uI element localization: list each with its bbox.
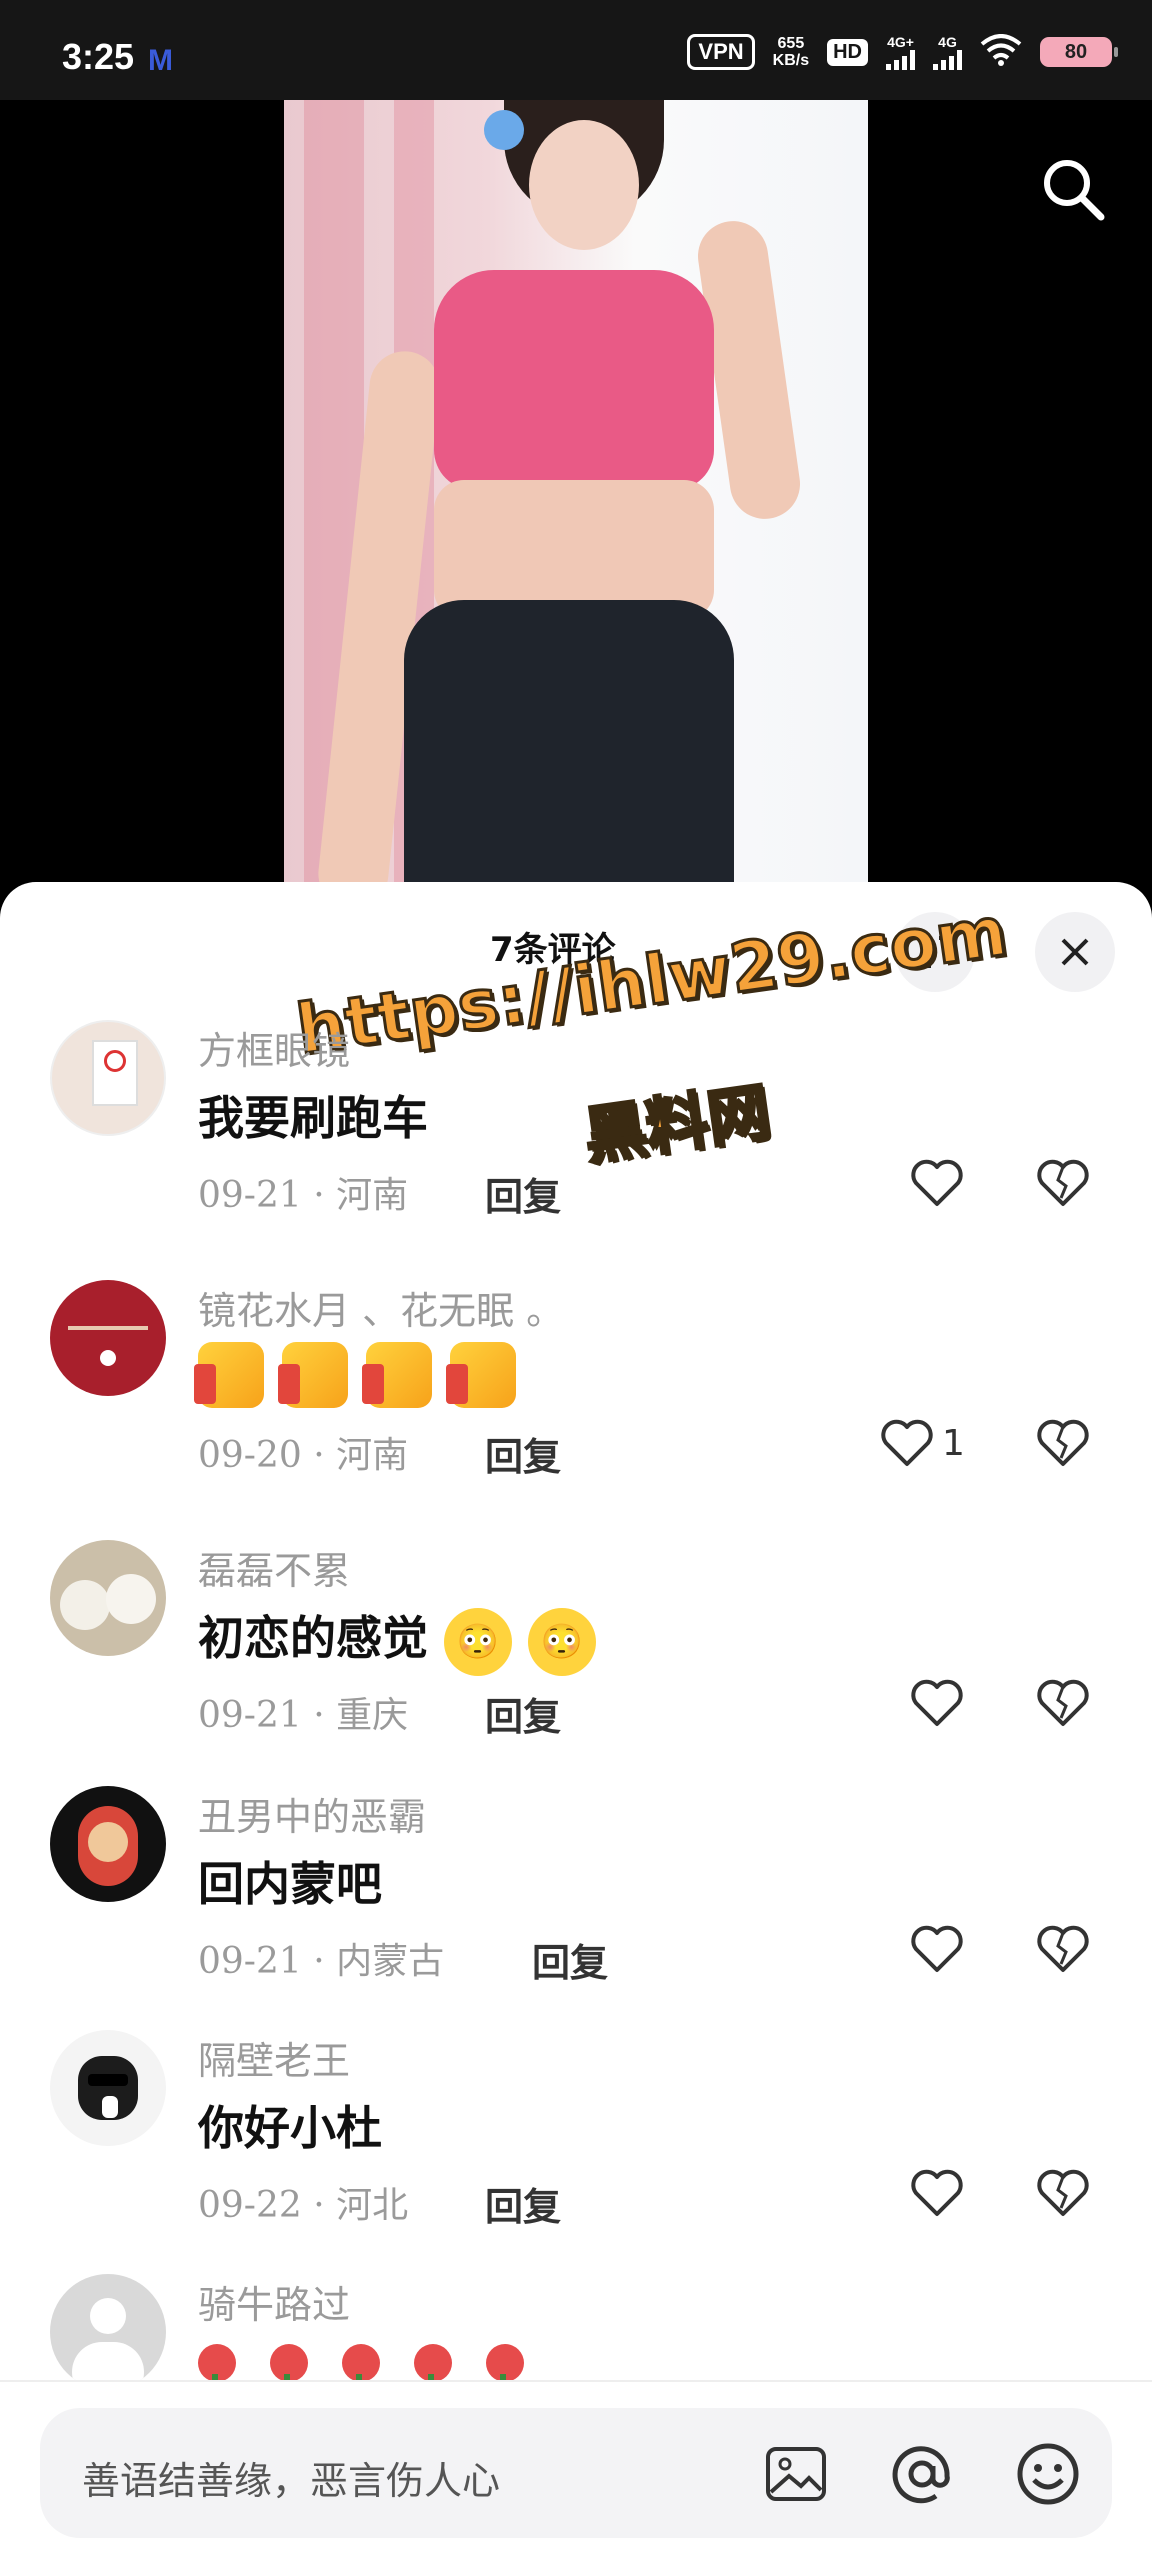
close-button[interactable] [1035, 912, 1115, 992]
comment-meta: 09-22 · 河北 [198, 2185, 409, 2226]
vpn-badge: VPN [687, 34, 755, 70]
comment-item: 隔壁老王 你好小杜 09-22 · 河北 回复 [0, 2030, 1152, 2290]
comment-username[interactable]: 骑牛路过 [198, 2274, 350, 2329]
image-button[interactable] [760, 2438, 832, 2510]
video-frame [284, 100, 868, 890]
reply-button[interactable]: 回复 [485, 2176, 561, 2231]
comment-text-wrap: 初恋的感觉 😳 😳 [198, 1602, 597, 1676]
heart-icon [911, 1925, 963, 1972]
comment-item: 方框眼镜 我要刷跑车 09-21 · 河南 回复 [0, 1020, 1152, 1280]
hd-icon: HD [827, 38, 868, 66]
comment-input-bar: 善语结善缘，恶言伤人心 [0, 2380, 1152, 2560]
rose-emoji [486, 2344, 524, 2392]
comment-item: 镜花水月 、花无眠 。 09-20 · 河南 回复 1 [0, 1280, 1152, 1540]
flushed-face-emoji: 😳 [528, 1608, 597, 1676]
rose-emoji [270, 2344, 308, 2392]
status-bar: 3:25 M VPN 655 KB/s HD 4G+ 4G 80 [0, 0, 1152, 100]
comment-text: 你好小杜 [198, 2101, 382, 2155]
signal-icon: 4G+ [886, 34, 915, 70]
speed-unit: KB/s [772, 52, 810, 69]
avatar[interactable] [50, 1540, 166, 1656]
broken-heart-icon [1037, 1159, 1089, 1206]
comment-emoji-row [198, 2344, 524, 2392]
dislike-button[interactable] [1036, 1418, 1090, 1472]
broken-heart-icon [1037, 1679, 1089, 1726]
image-icon [766, 2447, 826, 2501]
close-icon [1061, 938, 1089, 966]
comment-emoji-row [194, 1342, 516, 1408]
dislike-button[interactable] [1036, 1678, 1090, 1732]
rose-emoji [198, 2344, 236, 2392]
battery-indicator: 80 [1040, 37, 1118, 67]
search-button[interactable] [1032, 148, 1112, 228]
wifi-icon [980, 34, 1022, 70]
carrier-logo: M [148, 44, 173, 77]
reply-button[interactable]: 回复 [485, 1686, 561, 1741]
avatar[interactable] [50, 1280, 166, 1396]
comment-username[interactable]: 镜花水月 、花无眠 。 [198, 1280, 564, 1335]
comment-username[interactable]: 隔壁老王 [198, 2030, 350, 2085]
comment-item: 丑男中的恶霸 回内蒙吧 09-21 · 内蒙古 回复 [0, 1786, 1152, 2046]
avatar[interactable] [50, 2030, 166, 2146]
mention-button[interactable] [886, 2438, 958, 2510]
rose-emoji [414, 2344, 452, 2392]
comment-text: 我要刷跑车 [198, 1091, 428, 1145]
hair-flower [484, 110, 524, 150]
emoji-button[interactable] [1012, 2438, 1084, 2510]
smiley-icon [1017, 2443, 1079, 2505]
comment-input-placeholder: 善语结善缘，恶言伤人心 [82, 2459, 501, 2503]
reply-button[interactable]: 回复 [532, 1932, 608, 1987]
like-button[interactable] [910, 1924, 972, 1974]
thumbs-up-emoji [362, 1342, 432, 1408]
comment-text: 初恋的感觉 [198, 1611, 428, 1665]
comment-sheet: 7条评论 https://ihlw29.com 黑料网 方框眼镜 我要刷跑车 0… [0, 882, 1152, 2560]
at-icon [892, 2446, 950, 2504]
broken-heart-icon [1037, 1419, 1089, 1466]
avatar[interactable] [50, 1020, 166, 1136]
avatar[interactable] [50, 1786, 166, 1902]
comment-username[interactable]: 丑男中的恶霸 [198, 1786, 426, 1841]
dislike-button[interactable] [1036, 1924, 1090, 1978]
thumbs-up-emoji [278, 1342, 348, 1408]
broken-heart-icon [1037, 1925, 1089, 1972]
dislike-button[interactable] [1036, 1158, 1090, 1212]
flushed-face-emoji: 😳 [444, 1608, 513, 1676]
heart-icon [911, 1159, 963, 1206]
comment-input[interactable]: 善语结善缘，恶言伤人心 [40, 2408, 1112, 2538]
search-icon [1044, 160, 1105, 221]
comment-item: 磊磊不累 初恋的感觉 😳 😳 09-21 · 重庆 回复 [0, 1540, 1152, 1800]
like-button[interactable] [910, 1158, 972, 1208]
avatar[interactable] [50, 2274, 166, 2390]
network-type-2: 4G [938, 34, 957, 50]
speed-value: 655 [777, 35, 805, 52]
like-button[interactable] [910, 1678, 972, 1728]
like-count: 1 [942, 1422, 965, 1464]
video-player[interactable] [0, 100, 1152, 890]
network-type-1: 4G+ [887, 34, 914, 50]
status-indicators: VPN 655 KB/s HD 4G+ 4G 80 [687, 34, 1118, 70]
comment-username[interactable]: 方框眼镜 [198, 1020, 350, 1075]
comment-meta: 09-20 · 河南 [198, 1435, 409, 1476]
heart-icon [911, 1679, 963, 1726]
network-speed: 655 KB/s [773, 35, 809, 69]
thumbs-up-emoji [194, 1342, 264, 1408]
comment-meta: 09-21 · 内蒙古 [198, 1941, 445, 1982]
reply-button[interactable]: 回复 [485, 1166, 561, 1221]
thumbs-up-emoji [446, 1342, 516, 1408]
reply-button[interactable]: 回复 [485, 1426, 561, 1481]
signal-icon-2: 4G [933, 34, 962, 70]
like-button[interactable] [910, 2168, 972, 2218]
heart-icon [911, 2169, 963, 2216]
comment-meta: 09-21 · 重庆 [198, 1695, 409, 1736]
heart-icon [881, 1419, 933, 1466]
comment-meta: 09-21 · 河南 [198, 1175, 409, 1216]
comment-username[interactable]: 磊磊不累 [198, 1540, 350, 1595]
rose-emoji [342, 2344, 380, 2392]
comment-text: 回内蒙吧 [198, 1857, 382, 1911]
status-time: 3:25 [62, 36, 135, 77]
dislike-button[interactable] [1036, 2168, 1090, 2222]
broken-heart-icon [1037, 2169, 1089, 2216]
like-button[interactable]: 1 [880, 1418, 965, 1468]
